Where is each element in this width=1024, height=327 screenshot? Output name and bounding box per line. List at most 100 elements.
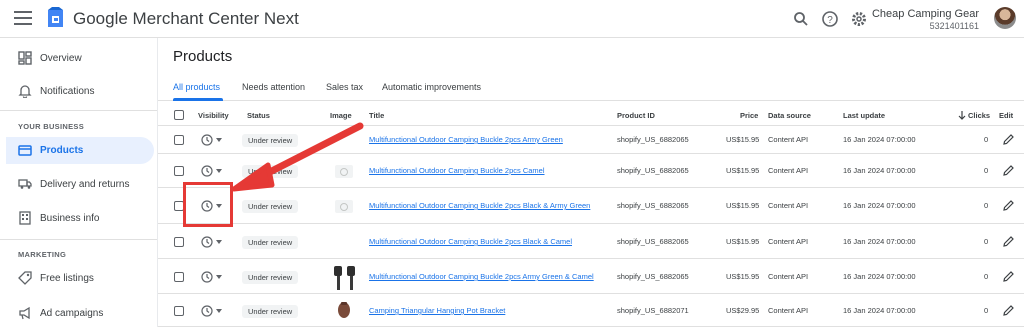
product-id: shopify_US_6882065	[617, 166, 689, 175]
status-badge: Under review	[242, 134, 299, 147]
table-row[interactable]: Under review Multifunctional Outdoor Camp…	[158, 126, 1024, 154]
account-name[interactable]: Cheap Camping Gear	[872, 8, 979, 20]
sidebar: Overview Notifications YOUR BUSINESS Pro…	[0, 38, 158, 327]
data-source: Content API	[768, 166, 809, 175]
sidebar-item-business-info[interactable]: Business info	[6, 205, 154, 232]
sidebar-item-ad-campaigns[interactable]: Ad campaigns	[6, 300, 154, 327]
product-title-link[interactable]: Multifunctional Outdoor Camping Buckle 2…	[369, 272, 594, 281]
sidebar-item-free-listings[interactable]: Free listings	[6, 265, 154, 292]
product-image-placeholder	[335, 200, 353, 213]
sidebar-divider	[0, 239, 157, 240]
product-title-link[interactable]: Multifunctional Outdoor Camping Buckle 2…	[369, 201, 590, 210]
pencil-icon[interactable]	[1003, 200, 1014, 211]
clock-icon[interactable]	[201, 271, 213, 283]
product-image-buckles	[334, 266, 355, 290]
search-icon[interactable]	[792, 10, 810, 28]
pencil-icon[interactable]	[1003, 236, 1014, 247]
avatar[interactable]	[994, 7, 1016, 29]
pencil-icon[interactable]	[1003, 134, 1014, 145]
status-badge: Under review	[242, 165, 299, 178]
product-title-link[interactable]: Camping Triangular Hanging Pot Bracket	[369, 306, 505, 315]
status-badge: Under review	[242, 200, 299, 213]
clock-icon[interactable]	[201, 236, 213, 248]
clicks-count: 0	[984, 272, 989, 281]
tab-bar: All products Needs attention Sales tax A…	[158, 76, 1024, 101]
status-badge: Under review	[242, 236, 299, 249]
chevron-down-icon[interactable]	[216, 169, 222, 173]
product-id: shopify_US_6882065	[617, 237, 689, 246]
product-title-link[interactable]: Multifunctional Outdoor Camping Buckle 2…	[369, 237, 572, 246]
clicks-count: 0	[984, 166, 989, 175]
help-icon[interactable]: ?	[821, 10, 839, 28]
product-price: US$29.95	[726, 306, 760, 315]
column-header-product-id[interactable]: Product ID	[617, 111, 655, 120]
table-row[interactable]: Under review Camping Triangular Hanging P…	[158, 294, 1024, 327]
chevron-down-icon[interactable]	[216, 240, 222, 244]
last-update: 16 Jan 2024 07:00:00	[843, 237, 916, 246]
truck-icon	[18, 179, 32, 189]
product-image-bracket	[338, 302, 350, 318]
building-icon	[19, 211, 31, 225]
sort-arrow-down-icon[interactable]	[958, 111, 966, 120]
sidebar-item-label: Ad campaigns	[40, 308, 104, 319]
sidebar-item-products[interactable]: Products	[6, 137, 154, 164]
tab-sales-tax[interactable]: Sales tax	[326, 82, 363, 92]
column-header-price[interactable]: Price	[740, 111, 758, 120]
row-checkbox[interactable]	[174, 237, 184, 247]
sidebar-item-label: Delivery and returns	[40, 179, 130, 190]
product-id: shopify_US_6882065	[617, 201, 689, 210]
pencil-icon[interactable]	[1003, 305, 1014, 316]
clock-icon[interactable]	[201, 165, 213, 177]
table-row[interactable]: Under review Multifunctional Outdoor Camp…	[158, 188, 1024, 224]
chevron-down-icon[interactable]	[216, 138, 222, 142]
clock-icon[interactable]	[201, 305, 213, 317]
clicks-count: 0	[984, 201, 989, 210]
column-header-last-update[interactable]: Last update	[843, 111, 885, 120]
gear-icon[interactable]	[850, 10, 868, 28]
select-all-checkbox[interactable]	[174, 110, 184, 120]
tab-all-products[interactable]: All products	[173, 82, 220, 92]
product-price: US$15.95	[726, 166, 760, 175]
sidebar-item-overview[interactable]: Overview	[6, 45, 154, 72]
merchant-center-logo	[48, 7, 63, 27]
tab-needs-attention[interactable]: Needs attention	[242, 82, 305, 92]
product-title-link[interactable]: Multifunctional Outdoor Camping Buckle 2…	[369, 166, 545, 175]
active-tab-indicator	[173, 98, 223, 101]
top-app-bar: Google Merchant Center Next ? Cheap Camp…	[0, 0, 1024, 38]
sidebar-item-label: Notifications	[40, 86, 95, 97]
sidebar-item-delivery[interactable]: Delivery and returns	[6, 171, 154, 198]
column-header-visibility[interactable]: Visibility	[198, 111, 229, 120]
table-row[interactable]: Under review Multifunctional Outdoor Camp…	[158, 154, 1024, 188]
clicks-count: 0	[984, 306, 989, 315]
pencil-icon[interactable]	[1003, 165, 1014, 176]
product-title-link[interactable]: Multifunctional Outdoor Camping Buckle 2…	[369, 135, 563, 144]
data-source: Content API	[768, 201, 809, 210]
menu-icon[interactable]	[14, 11, 32, 25]
clock-icon[interactable]	[201, 134, 213, 146]
column-header-status[interactable]: Status	[247, 111, 270, 120]
last-update: 16 Jan 2024 07:00:00	[843, 306, 916, 315]
annotation-highlight-box	[183, 182, 233, 227]
sidebar-item-label: Business info	[40, 213, 100, 224]
section-header-business: YOUR BUSINESS	[18, 122, 84, 131]
tab-automatic-improvements[interactable]: Automatic improvements	[382, 82, 481, 92]
column-header-clicks[interactable]: Clicks	[968, 111, 990, 120]
table-row[interactable]: Under review Multifunctional Outdoor Camp…	[158, 259, 1024, 294]
sidebar-item-label: Free listings	[40, 273, 94, 284]
row-checkbox[interactable]	[174, 135, 184, 145]
last-update: 16 Jan 2024 07:00:00	[843, 201, 916, 210]
product-price: US$15.95	[726, 237, 760, 246]
page-title: Products	[173, 48, 233, 65]
chevron-down-icon[interactable]	[216, 309, 222, 313]
pencil-icon[interactable]	[1003, 271, 1014, 282]
sidebar-item-notifications[interactable]: Notifications	[6, 78, 154, 105]
row-checkbox[interactable]	[174, 272, 184, 282]
data-source: Content API	[768, 272, 809, 281]
column-header-data-source[interactable]: Data source	[768, 111, 811, 120]
row-checkbox[interactable]	[174, 166, 184, 176]
table-row[interactable]: Under review Multifunctional Outdoor Camp…	[158, 224, 1024, 259]
column-header-title[interactable]: Title	[369, 111, 384, 120]
product-id: shopify_US_6882065	[617, 272, 689, 281]
row-checkbox[interactable]	[174, 306, 184, 316]
chevron-down-icon[interactable]	[216, 275, 222, 279]
